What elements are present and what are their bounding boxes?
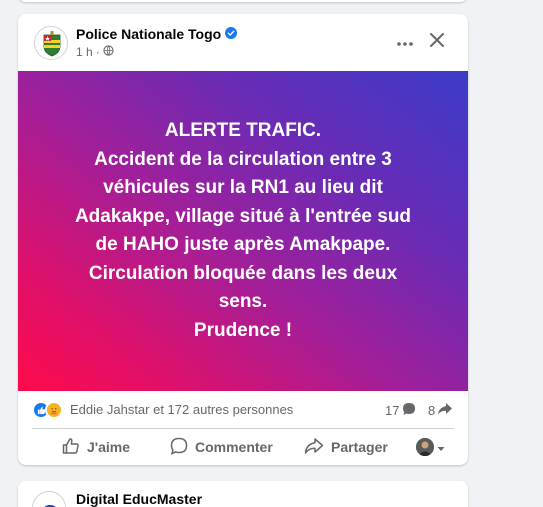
close-button[interactable] <box>423 28 451 56</box>
actions-divider <box>32 428 454 429</box>
share-button[interactable]: Partager <box>304 432 388 462</box>
post-line: Prudence ! <box>193 319 293 341</box>
more-options-icon <box>397 33 413 51</box>
share-arrow-icon <box>437 402 453 419</box>
page-name[interactable]: Police Nationale Togo <box>76 26 221 42</box>
chevron-down-icon <box>437 439 445 455</box>
next-page-name[interactable]: Digital EducMaster <box>76 491 202 507</box>
comments-count-value: 17 <box>385 403 400 418</box>
post-line: Adakakpe, village situé à l'entrée sud <box>74 205 412 227</box>
post-header: Police Nationale Togo 1 h · <box>18 14 468 71</box>
close-icon <box>430 32 444 52</box>
post-line: Circulation bloquée dans les deux <box>88 262 398 284</box>
reaction-icons[interactable] <box>32 401 63 419</box>
shares-count[interactable]: 8 <box>428 402 453 419</box>
feed-post: Police Nationale Togo 1 h · ALERTE TRAFI… <box>18 14 468 465</box>
thumb-up-icon <box>62 437 80 458</box>
speech-bubble-icon <box>170 437 188 458</box>
post-line: véhicules sur la RN1 au lieu dit <box>103 177 383 198</box>
comments-count[interactable]: 17 <box>385 402 416 419</box>
globe-icon <box>103 45 114 59</box>
comment-button-label: Commenter <box>195 439 273 455</box>
post-message: ALERTE TRAFIC. Accident de la circulatio… <box>75 117 411 345</box>
like-button-label: J'aime <box>87 439 131 455</box>
post-line: de HAHO juste après Amakpape. <box>95 234 391 255</box>
more-options-button[interactable] <box>391 28 419 56</box>
post-line: Accident de la circulation entre 3 <box>94 148 392 170</box>
share-icon <box>304 437 324 458</box>
next-feed-post: Digital EducMaster <box>18 481 468 507</box>
page-avatar[interactable] <box>34 26 68 60</box>
comment-button[interactable]: Commenter <box>170 432 273 462</box>
verified-badge-icon <box>225 26 238 42</box>
post-line: ALERTE TRAFIC. <box>164 120 322 141</box>
post-line: sens. <box>218 291 268 312</box>
next-page-avatar[interactable] <box>32 491 66 507</box>
post-text-background[interactable]: ALERTE TRAFIC. Accident de la circulatio… <box>18 71 468 391</box>
comment-bubble-icon <box>402 402 416 419</box>
previous-post-edge <box>18 0 468 2</box>
post-time[interactable]: 1 h <box>76 45 93 59</box>
like-button[interactable]: J'aime <box>62 432 130 462</box>
reactions-bar: Eddie Jahstar et 172 autres personnes 17… <box>18 391 468 429</box>
post-actions: J'aime Commenter Partager <box>18 430 468 465</box>
page-name-row: Police Nationale Togo <box>76 26 238 42</box>
care-reaction-icon <box>45 401 63 419</box>
post-meta: 1 h · <box>76 45 114 59</box>
user-avatar <box>416 438 434 456</box>
shares-count-value: 8 <box>428 403 436 418</box>
share-button-label: Partager <box>331 439 388 455</box>
react-as-selector[interactable] <box>416 432 445 462</box>
reactions-summary[interactable]: Eddie Jahstar et 172 autres personnes <box>70 402 293 417</box>
meta-separator: · <box>95 45 100 59</box>
